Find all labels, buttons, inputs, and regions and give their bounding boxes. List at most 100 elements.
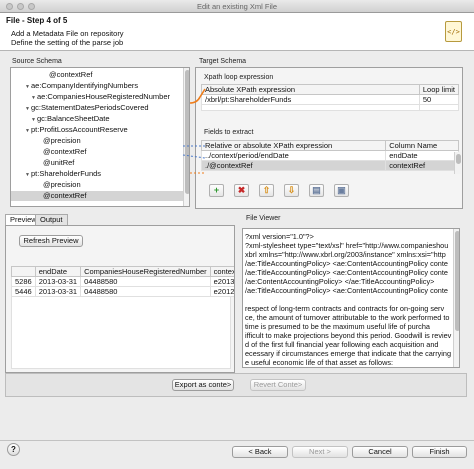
remove-icon[interactable]: ✖ xyxy=(234,184,249,197)
copy-icon[interactable]: ▤ xyxy=(309,184,324,197)
tree-node-label: @contextRef xyxy=(43,191,87,200)
export-as-context-button[interactable]: Export as conte> xyxy=(172,379,234,391)
preview-row[interactable]: 5286 2013-03-31 04488580 e2013 xyxy=(11,276,234,287)
tree-node[interactable]: @unitRef xyxy=(11,158,189,168)
tree-node[interactable]: ▼pt:ShareholderFunds xyxy=(11,169,189,179)
file-line: /ae:ContentAccountingPolicy> </ae:TitleA… xyxy=(245,277,435,286)
file-line: /ae:TitleAccountingPolicy> <ae:ContentAc… xyxy=(245,268,448,277)
next-button[interactable]: Next > xyxy=(292,446,348,458)
tree-node-label: pt:ProfitLossAccountReserve xyxy=(31,125,128,134)
tree-node-label: gc:StatementDatesPeriodsCovered xyxy=(31,103,149,112)
loop-xpath-cell[interactable]: /xbrl/pt:ShareholderFunds xyxy=(201,94,420,105)
fields-column-header[interactable]: Column Name xyxy=(385,140,459,151)
tree-node[interactable]: ▼pt:ProfitLossAccountReserve xyxy=(11,125,189,135)
preview-cell: 2013-03-31 xyxy=(34,276,82,287)
paste-icon[interactable]: ▣ xyxy=(334,184,349,197)
file-line: e useful economic life of that asset as … xyxy=(245,358,394,367)
fields-row[interactable]: ../context/period/endDate endDate xyxy=(200,150,459,161)
fields-row[interactable]: ./@contextRef contextRef xyxy=(200,160,459,171)
window-title: Edit an existing Xml File xyxy=(196,2,278,11)
step-description: Add a Metadata File on repository xyxy=(11,29,124,38)
close-window-icon[interactable] xyxy=(6,3,13,10)
file-line: ?xml-stylesheet type="text/xsl" href="ht… xyxy=(245,241,449,250)
revert-context-button[interactable]: Revert Conte> xyxy=(250,379,306,391)
fields-xpath-cell[interactable]: ./@contextRef xyxy=(200,160,387,171)
loop-xpath-header[interactable]: Absolute XPath expression xyxy=(201,84,420,95)
finish-button[interactable]: Finish xyxy=(412,446,467,458)
step-title: File - Step 4 of 5 xyxy=(6,16,68,25)
tree-node-label: @contextRef xyxy=(43,147,87,156)
fields-xpath-header[interactable]: Relative or absolute XPath expression xyxy=(200,140,387,151)
preview-cell: 04488580 xyxy=(80,276,211,287)
preview-cell: 04488580 xyxy=(80,286,211,297)
tree-node[interactable]: @contextRef xyxy=(11,147,189,157)
fields-column-cell[interactable]: endDate xyxy=(385,150,459,161)
tree-node-label: ae:CompaniesHouseRegisteredNumber xyxy=(37,92,170,101)
loop-limit-cell[interactable]: 50 xyxy=(418,94,460,105)
preview-cell: 2013-03-31 xyxy=(34,286,82,297)
move-down-icon[interactable]: ⇩ xyxy=(284,184,299,197)
preview-header[interactable]: endDate xyxy=(34,266,82,277)
preview-header[interactable] xyxy=(11,266,36,277)
tree-node-label: gc:BalanceSheetDate xyxy=(37,114,110,123)
preview-cell: e2013 xyxy=(209,276,234,287)
tree-node-label: @unitRef xyxy=(43,158,75,167)
help-icon[interactable]: ? xyxy=(7,443,20,456)
window-titlebar: Edit an existing Xml File xyxy=(0,0,474,13)
fields-to-extract-title: Fields to extract xyxy=(204,129,254,136)
refresh-preview-button[interactable]: Refresh Preview xyxy=(19,235,83,247)
cancel-button[interactable]: Cancel xyxy=(352,446,408,458)
back-button[interactable]: < Back xyxy=(232,446,288,458)
file-viewer-label: File Viewer xyxy=(246,215,281,222)
preview-cell: 5286 xyxy=(11,276,36,287)
preview-empty-area xyxy=(11,297,231,369)
preview-cell: e2012 xyxy=(209,286,234,297)
tree-node[interactable]: @precision xyxy=(11,180,189,190)
wizard-header: File - Step 4 of 5 Add a Metadata File o… xyxy=(0,13,474,51)
loop-limit-header[interactable]: Loop limit xyxy=(418,84,460,95)
file-line: ifficult to make projections beyond this… xyxy=(245,331,452,340)
file-line: /ae:TitleAccountingPolicy> <ae:ContentAc… xyxy=(245,259,448,268)
fields-xpath-cell[interactable]: ../context/period/endDate xyxy=(200,150,387,161)
zoom-window-icon[interactable] xyxy=(28,3,35,10)
file-line: respect of long-term contracts and contr… xyxy=(245,304,445,313)
loop-row[interactable]: /xbrl/pt:ShareholderFunds 50 xyxy=(201,94,460,105)
file-line: time is presumed to be the maximum usefu… xyxy=(245,322,430,331)
preview-panel: Refresh Preview endDate CompaniesHouseRe… xyxy=(5,225,235,373)
tree-node[interactable]: @contextRef xyxy=(11,191,189,201)
tree-node[interactable]: ▼ae:CompanyIdentifyingNumbers xyxy=(11,81,189,91)
tree-node-label: @precision xyxy=(43,180,81,189)
source-tree-scrollbar[interactable] xyxy=(183,68,189,206)
add-icon[interactable]: + xyxy=(209,184,224,197)
file-line: ecessary if circumstances emerge that in… xyxy=(245,349,452,358)
minimize-window-icon[interactable] xyxy=(17,3,24,10)
file-line: ce, the amount of turnover attributable … xyxy=(245,313,450,322)
file-line: d of the first full financial year follo… xyxy=(245,340,439,349)
preview-table[interactable]: endDate CompaniesHouseRegisteredNumber c… xyxy=(11,266,234,297)
tree-node[interactable]: ▼gc:StatementDatesPeriodsCovered xyxy=(11,103,189,113)
fields-column-cell[interactable]: contextRef xyxy=(385,160,459,171)
tree-node[interactable]: @contextRef xyxy=(11,70,189,80)
tree-node-label: pt:ShareholderFunds xyxy=(31,169,102,178)
file-viewer-scrollbar[interactable] xyxy=(453,229,459,367)
xml-file-icon: </> xyxy=(445,21,462,42)
fields-scrollbar[interactable] xyxy=(454,152,461,174)
target-schema-label: Target Schema xyxy=(199,58,247,65)
preview-header[interactable]: CompaniesHouseRegisteredNumber xyxy=(80,266,211,277)
tab-output[interactable]: Output xyxy=(35,214,68,225)
move-up-icon[interactable]: ⇧ xyxy=(259,184,274,197)
tree-node[interactable]: ▼ae:CompaniesHouseRegisteredNumber xyxy=(11,92,189,102)
preview-cell: 5446 xyxy=(11,286,36,297)
loop-table[interactable]: Absolute XPath expression Loop limit /xb… xyxy=(201,84,460,111)
preview-row[interactable]: 5446 2013-03-31 04488580 e2012 xyxy=(11,286,234,297)
file-viewer[interactable]: e useful economic life of that asset as … xyxy=(242,228,460,368)
export-bar: Export as conte> Revert Conte> xyxy=(5,373,467,397)
tree-node-label: @contextRef xyxy=(49,70,93,79)
preview-header[interactable]: contextRef xyxy=(209,266,234,277)
source-schema-tree[interactable]: @contextRef ▼ae:CompanyIdentifyingNumbers… xyxy=(10,67,190,207)
tree-node[interactable]: @precision xyxy=(11,136,189,146)
fields-table[interactable]: Relative or absolute XPath expression Co… xyxy=(200,140,459,171)
tree-node-label: @precision xyxy=(43,136,81,145)
file-line: /ae:TitleAccountingPolicy> <ae:ContentAc… xyxy=(245,286,448,295)
tree-node[interactable]: ▼gc:BalanceSheetDate xyxy=(11,114,189,124)
